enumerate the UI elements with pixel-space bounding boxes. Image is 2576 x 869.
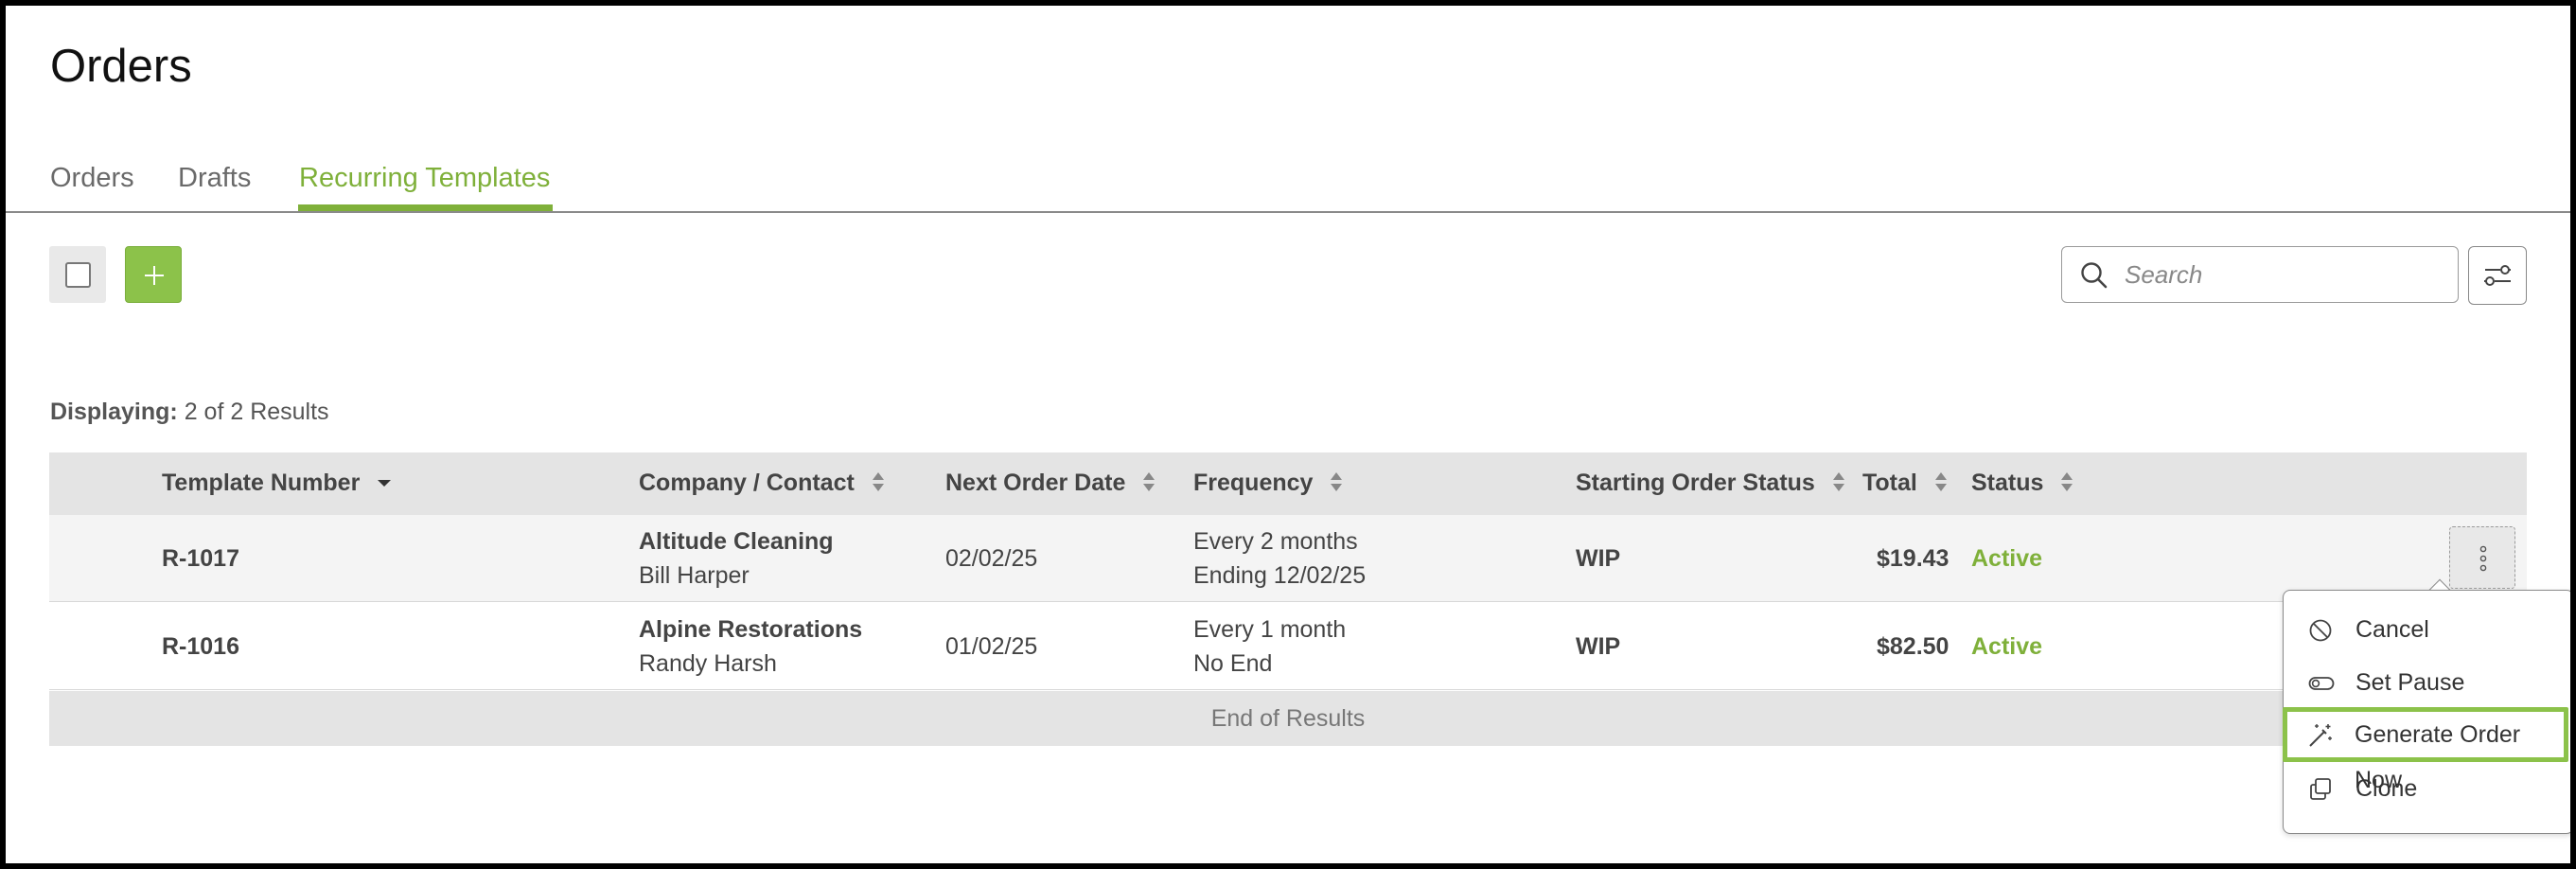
copy-icon (2310, 778, 2331, 800)
header-next-order-date[interactable]: Next Order Date (945, 470, 1156, 497)
sort-icon (1832, 472, 1844, 492)
row-actions-menu: Cancel Set Pause Generate Order Now Clon… (2283, 590, 2570, 834)
template-number: R-1016 (162, 633, 239, 660)
header-starting-order-status[interactable]: Starting Order Status (1576, 470, 1846, 497)
template-number: R-1017 (162, 545, 239, 572)
sort-icon (872, 472, 884, 492)
menu-item-cancel[interactable]: Cancel (2285, 605, 2569, 654)
starting-order-status: WIP (1576, 633, 1621, 660)
next-order-date: 01/02/25 (945, 633, 1038, 660)
tab-bar: Orders Drafts Recurring Templates (6, 157, 2570, 214)
menu-item-set-pause[interactable]: Set Pause (2285, 658, 2569, 707)
contact-name: Randy Harsh (639, 650, 777, 677)
filter-settings-button[interactable] (2468, 246, 2527, 305)
status-badge: Active (1971, 633, 2043, 660)
header-company-contact[interactable]: Company / Contact (639, 470, 886, 497)
table-row[interactable]: R-1016 Alpine Restorations Randy Harsh 0… (49, 603, 2527, 690)
company-name: Alpine Restorations (639, 616, 863, 643)
search-box[interactable] (2061, 246, 2459, 303)
select-all-checkbox[interactable] (65, 262, 91, 288)
search-input[interactable] (2125, 257, 2437, 293)
results-summary: Displaying: 2 of 2 Results (50, 399, 329, 426)
plus-icon (145, 266, 164, 285)
frequency-end: No End (1193, 650, 1273, 677)
menu-item-generate-order-now[interactable]: Generate Order Now (2283, 707, 2568, 793)
order-total: $19.43 (1877, 545, 1950, 572)
starting-order-status: WIP (1576, 545, 1621, 572)
tab-drafts[interactable]: Drafts (178, 161, 251, 210)
contact-name: Bill Harper (639, 562, 750, 589)
row-actions-button[interactable] (2449, 526, 2515, 589)
company-name: Altitude Cleaning (639, 528, 834, 555)
tab-recurring-templates[interactable]: Recurring Templates (299, 161, 550, 210)
toggle-icon (2308, 677, 2335, 690)
sliders-icon (2484, 265, 2511, 286)
results-label: Displaying: (50, 399, 178, 425)
page-title: Orders (50, 41, 192, 92)
add-template-button[interactable] (125, 246, 182, 303)
menu-item-label: Set Pause (2355, 669, 2465, 696)
active-tab-indicator (298, 204, 553, 211)
sort-icon (1143, 472, 1156, 492)
sort-icon (1331, 472, 1343, 492)
end-of-results: End of Results (49, 691, 2527, 746)
frequency: Every 2 months (1193, 528, 1358, 555)
frequency: Every 1 month (1193, 616, 1347, 643)
sort-icon (1934, 472, 1947, 492)
search-icon (2081, 262, 2108, 289)
sort-desc-icon (378, 480, 392, 488)
table-header: Template Number Company / Contact Next O… (49, 452, 2527, 515)
frequency-end: Ending 12/02/25 (1193, 562, 1367, 589)
header-frequency[interactable]: Frequency (1193, 470, 1344, 497)
table-row[interactable]: R-1017 Altitude Cleaning Bill Harper 02/… (49, 515, 2527, 602)
status-badge: Active (1971, 545, 2043, 572)
next-order-date: 02/02/25 (945, 545, 1038, 572)
app-frame: Orders Orders Drafts Recurring Templates (6, 6, 2570, 863)
header-status[interactable]: Status (1971, 470, 2074, 497)
menu-item-label: Clone (2355, 775, 2418, 802)
header-total[interactable]: Total (1862, 470, 1949, 497)
more-vertical-icon (2479, 545, 2487, 572)
order-total: $82.50 (1877, 633, 1950, 660)
menu-item-label: Cancel (2355, 616, 2429, 643)
tabs-divider (6, 211, 2570, 213)
tab-orders[interactable]: Orders (50, 161, 134, 210)
results-count: 2 of 2 Results (184, 399, 329, 425)
header-template-number[interactable]: Template Number (162, 470, 393, 497)
menu-item-clone[interactable]: Clone (2285, 764, 2569, 813)
sort-icon (2061, 472, 2073, 492)
ban-icon (2309, 619, 2332, 642)
select-all-checkbox-container[interactable] (49, 246, 106, 303)
magic-wand-icon (2309, 724, 2332, 747)
